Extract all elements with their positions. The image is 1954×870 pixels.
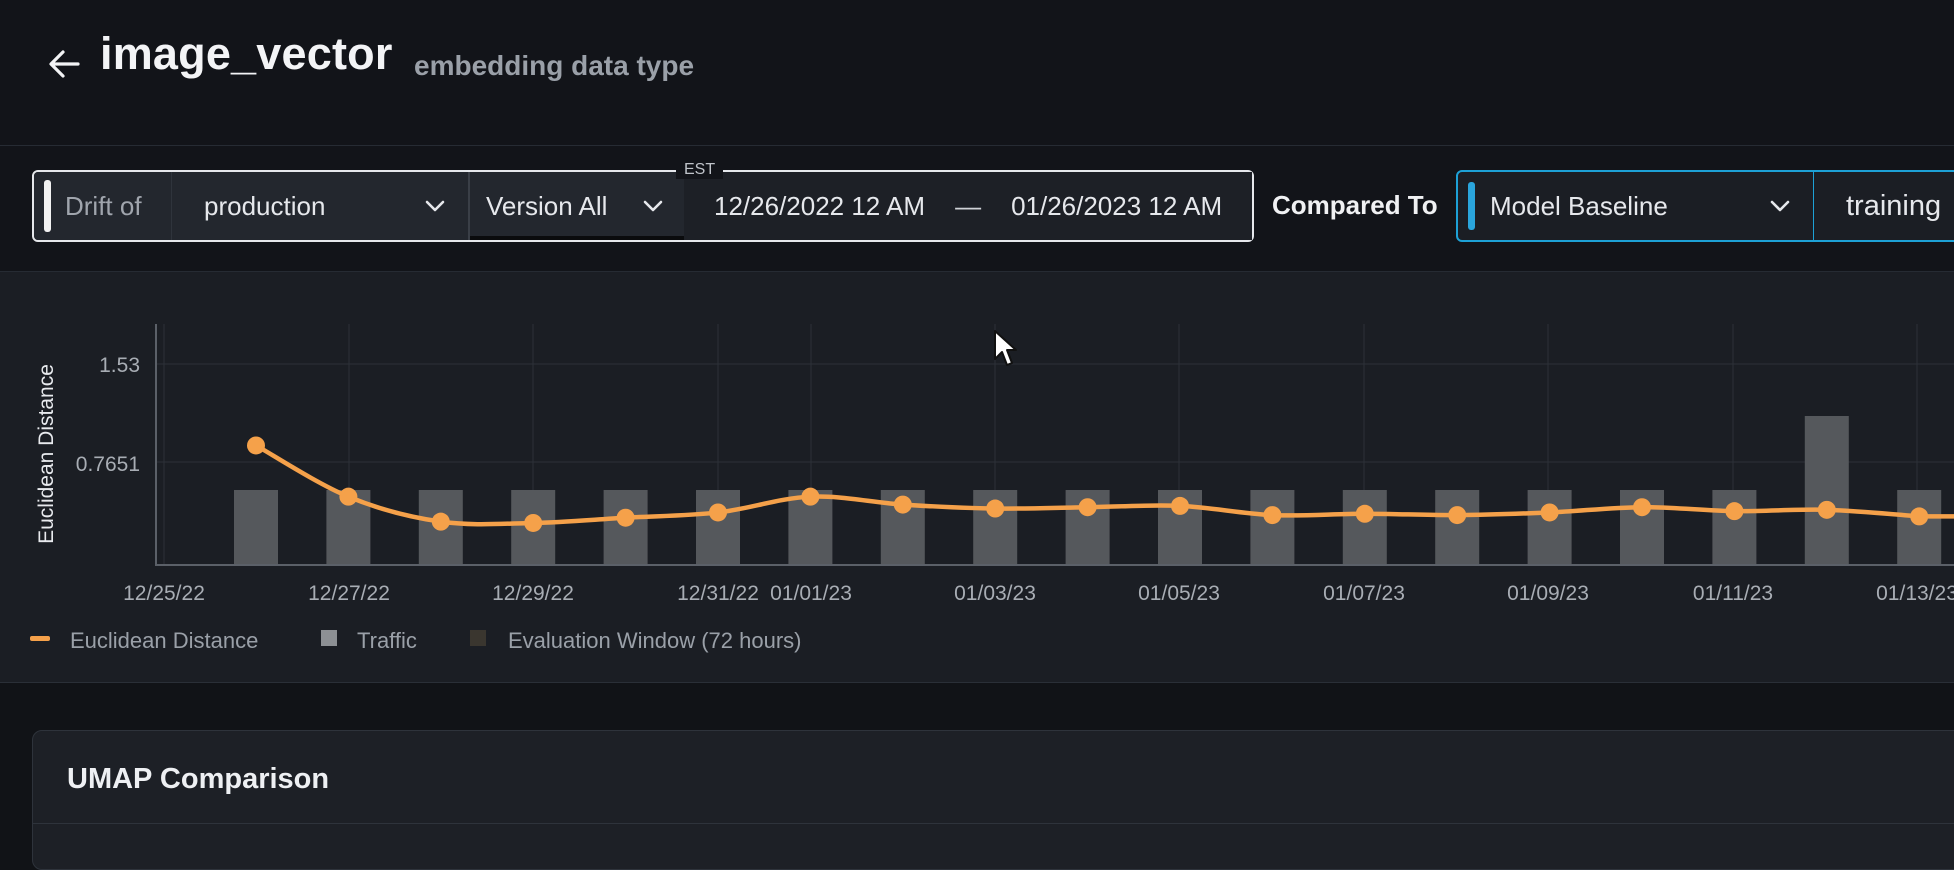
euclidean-distance-point[interactable] [893, 495, 912, 514]
filter-bar: Drift of production Version All 12/26/20… [0, 146, 1954, 272]
end-date: 01/26/2023 12 AM [1011, 190, 1223, 221]
euclidean-distance-point[interactable] [1078, 498, 1097, 517]
page-header: image_vector embedding data type [0, 0, 1954, 146]
traffic-bar [234, 490, 278, 565]
mouse-cursor-icon [994, 330, 1017, 366]
x-tick-label: 12/27/22 [308, 582, 390, 605]
euclidean-distance-point[interactable] [1171, 496, 1189, 515]
baseline-filter-group: Model Baseline training [1456, 170, 1954, 242]
chevron-down-icon [1770, 200, 1790, 212]
umap-divider [33, 823, 1954, 824]
page-title: image_vector [100, 28, 393, 79]
x-tick-label: 01/05/23 [1138, 582, 1220, 605]
drift-color-indicator [44, 180, 51, 232]
date-separator: — [955, 190, 982, 221]
y-tick-label: 0.7651 [76, 453, 140, 476]
version-select[interactable]: Version All [468, 172, 684, 240]
euclidean-distance-point[interactable] [986, 499, 1005, 518]
legend-label: Evaluation Window (72 hours) [508, 628, 801, 653]
euclidean-distance-point[interactable] [1725, 502, 1744, 521]
legend-label: Traffic [357, 628, 417, 653]
timezone-label: EST [676, 161, 724, 179]
x-tick-label: 01/13/23 [1876, 582, 1954, 605]
euclidean-distance-point[interactable] [1817, 500, 1836, 519]
x-tick-label: 12/31/22 [677, 582, 759, 605]
x-tick-label: 12/25/22 [123, 582, 205, 605]
version-underline [470, 236, 684, 240]
x-tick-label: 01/11/23 [1693, 582, 1773, 605]
y-axis-label: Euclidean Distance [35, 364, 58, 544]
baseline-value: Model Baseline [1490, 190, 1668, 221]
euclidean-distance-point[interactable] [431, 512, 450, 531]
x-tick-label: 01/07/23 [1323, 582, 1405, 605]
legend-traffic-swatch [321, 630, 337, 646]
environment-value: production [204, 190, 326, 221]
traffic-bar [1897, 490, 1942, 565]
y-tick-label: 1.53 [99, 354, 140, 377]
baseline-select[interactable]: Model Baseline [1458, 172, 1814, 240]
drift-chart-panel: Euclidean Distance 1.53 0.7651 12/25/22 1… [0, 272, 1954, 683]
traffic-bar [696, 490, 740, 565]
traffic-bar [1527, 490, 1572, 565]
euclidean-distance-point[interactable] [339, 487, 358, 506]
drift-chart[interactable]: Euclidean Distance 1.53 0.7651 12/25/22 1… [0, 272, 1954, 682]
x-tick-label: 12/29/22 [492, 582, 574, 605]
environment-select[interactable]: production [172, 172, 468, 240]
baseline-color-indicator [1468, 182, 1475, 230]
euclidean-distance-point[interactable] [524, 513, 543, 532]
x-tick-label: 01/01/23 [770, 582, 852, 605]
baseline-environment-value: training [1846, 189, 1942, 222]
drift-of-segment: Drift of [34, 172, 172, 240]
umap-title: UMAP Comparison [67, 763, 330, 795]
chevron-down-icon [425, 200, 445, 212]
euclidean-distance-point[interactable] [709, 503, 727, 522]
euclidean-distance-point[interactable] [1633, 498, 1651, 517]
chevron-down-icon [643, 200, 663, 212]
euclidean-distance-point[interactable] [1910, 507, 1929, 526]
date-range-picker[interactable]: 12/26/2022 12 AM — 01/26/2023 12 AM [684, 172, 1252, 240]
legend-window-swatch [470, 630, 486, 646]
start-date: 12/26/2022 12 AM [714, 190, 926, 221]
traffic-bar [1712, 490, 1757, 565]
traffic-bar [1342, 490, 1387, 565]
page-subtitle: embedding data type [414, 50, 695, 81]
euclidean-distance-point[interactable] [1448, 506, 1467, 525]
drift-filter-group: Drift of production Version All 12/26/20… [32, 170, 1254, 242]
euclidean-distance-point[interactable] [1263, 506, 1282, 525]
compared-to-label: Compared To [1272, 190, 1438, 220]
traffic-bar [1804, 416, 1849, 565]
euclidean-distance-point[interactable] [1540, 503, 1559, 522]
euclidean-distance-point[interactable] [1355, 504, 1374, 523]
euclidean-distance-point[interactable] [247, 436, 265, 455]
traffic-bar [1250, 490, 1295, 565]
version-value: Version All [486, 190, 608, 221]
back-arrow-icon[interactable] [46, 44, 82, 84]
traffic-bar [603, 490, 648, 565]
drift-of-label: Drift of [65, 190, 142, 221]
x-tick-label: 01/09/23 [1507, 582, 1589, 605]
legend-label: Euclidean Distance [70, 628, 258, 653]
euclidean-distance-point[interactable] [801, 487, 820, 506]
traffic-bar [1435, 490, 1480, 565]
euclidean-distance-point[interactable] [616, 508, 635, 527]
umap-card: UMAP Comparison [32, 730, 1954, 870]
x-tick-label: 01/03/23 [954, 582, 1036, 605]
baseline-environment-select[interactable]: training [1814, 172, 1941, 240]
legend-line-swatch [30, 636, 50, 641]
